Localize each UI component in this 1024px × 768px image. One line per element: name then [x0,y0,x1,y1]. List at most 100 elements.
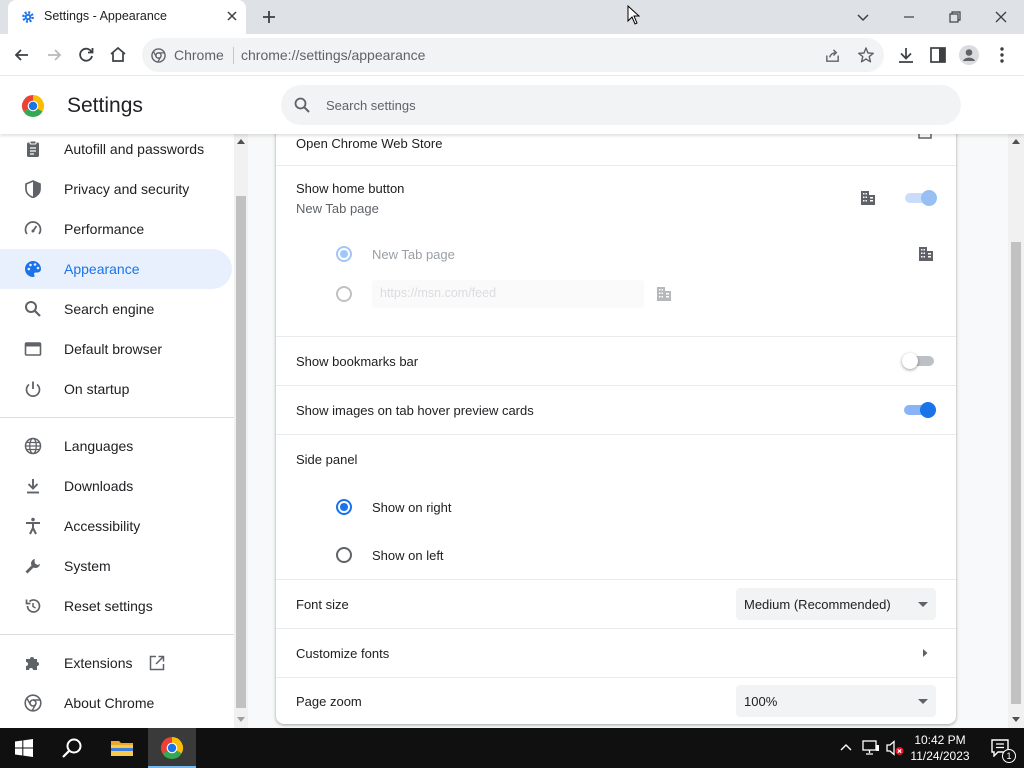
bookmarks-bar-row[interactable]: Show bookmarks bar [276,337,956,385]
hover-preview-row[interactable]: Show images on tab hover preview cards [276,386,956,434]
sidebar-scrollbar[interactable] [234,134,248,728]
new-tab-icon[interactable] [259,7,279,27]
hover-preview-toggle[interactable] [902,402,936,418]
home-url-value: https://msn.com/feed [380,286,497,300]
font-size-label: Font size [296,597,349,612]
font-size-value: Medium (Recommended) [744,597,891,612]
bookmarks-bar-label: Show bookmarks bar [296,354,419,369]
sidebar-item-label: Languages [64,438,134,454]
home-url-input[interactable]: https://msn.com/feed [372,280,644,308]
taskbar-file-explorer[interactable] [98,728,146,768]
toggle-knob [902,353,918,369]
chevron-down-icon[interactable] [851,5,875,29]
sidebar-item-search-engine[interactable]: Search engine [0,289,232,329]
sidebar-item-label: Default browser [64,341,163,357]
side-panel-section: Side panel Show on right Show on left [276,435,956,579]
sidebar-item-label: Search engine [64,301,155,317]
sidebar-item-languages[interactable]: Languages [0,426,232,466]
taskbar-search-button[interactable] [48,728,96,768]
network-icon[interactable] [862,740,880,756]
scroll-down-arrow-icon[interactable] [237,717,245,723]
back-icon[interactable] [11,44,33,66]
browser-toolbar: Chrome chrome://settings/appearance [0,34,1024,76]
restore-icon[interactable] [943,5,967,29]
page-title: Settings [67,94,143,117]
sidebar-item-on-startup[interactable]: On startup [0,369,232,409]
window-close-icon[interactable] [989,5,1013,29]
scrollbar-thumb[interactable] [236,196,246,708]
bookmarks-bar-toggle[interactable] [902,353,936,369]
sidebar-item-privacy[interactable]: Privacy and security [0,169,232,209]
search-input[interactable] [326,95,926,115]
forward-icon[interactable] [43,44,65,66]
shield-icon [25,180,41,198]
sidebar-item-accessibility[interactable]: Accessibility [0,506,232,546]
chrome-icon [24,694,42,712]
windows-start-icon [15,739,33,757]
page-scrollbar[interactable] [1008,134,1024,728]
side-panel-left-label[interactable]: Show on left [372,548,444,563]
side-panel-right-label[interactable]: Show on right [372,500,452,515]
sidebar-item-downloads[interactable]: Downloads [0,466,232,506]
toggle-knob [920,402,936,418]
volume-muted-icon[interactable] [885,740,905,756]
browser-icon [24,342,42,356]
taskbar-chrome[interactable] [148,728,196,768]
sidebar-item-performance[interactable]: Performance [0,209,232,249]
side-panel-left-radio[interactable] [336,547,352,563]
tab-settings-appearance[interactable]: Settings - Appearance [8,0,246,34]
clock-date: 11/24/2023 [910,749,970,763]
search-icon [62,738,82,758]
file-explorer-icon [111,741,133,756]
page-zoom-label: Page zoom [296,694,362,709]
sidebar-item-autofill[interactable]: Autofill and passwords [0,134,232,169]
sidebar-item-label: Extensions [64,655,133,671]
scrollbar-thumb[interactable] [1011,242,1021,704]
taskbar-clock[interactable]: 10:42 PM 11/24/2023 [906,732,974,764]
share-icon[interactable] [824,47,841,64]
sidebar-item-system[interactable]: System [0,546,232,586]
settings-sidebar: Autofill and passwords Privacy and secur… [0,134,234,728]
search-icon [294,97,310,113]
start-button[interactable] [0,728,48,768]
reset-icon [25,599,41,613]
action-center-button[interactable]: 1 [980,728,1024,768]
customize-fonts-label: Customize fonts [296,646,390,661]
chrome-logo [21,95,45,118]
page-zoom-select[interactable]: 100% [736,685,936,717]
omnibox-site-label: Chrome [174,47,224,63]
tab-close-icon[interactable] [224,8,240,24]
scroll-up-arrow-icon[interactable] [1012,138,1020,144]
omnibox[interactable]: Chrome chrome://settings/appearance [142,38,884,72]
omnibox-url[interactable]: chrome://settings/appearance [241,47,425,63]
side-panel-icon[interactable] [927,44,949,66]
star-icon[interactable] [857,46,875,64]
home-button-toggle[interactable] [903,190,937,206]
sidebar-item-reset-settings[interactable]: Reset settings [0,586,232,626]
download-icon[interactable] [895,44,917,66]
appearance-card: Open Chrome Web Store Show home button N… [276,125,956,724]
home-icon[interactable] [107,44,129,66]
sidebar-item-about-chrome[interactable]: About Chrome [0,683,232,723]
sidebar-item-extensions[interactable]: Extensions [0,643,232,683]
font-size-select[interactable]: Medium (Recommended) [736,588,936,620]
sidebar-item-appearance[interactable]: Appearance [0,249,232,289]
cursor-icon [627,5,641,25]
side-panel-label: Side panel [296,452,358,467]
settings-search-box[interactable] [281,85,961,125]
home-option-custom-radio[interactable] [336,286,352,302]
minimize-icon[interactable] [897,5,921,29]
more-icon[interactable] [991,44,1013,66]
settings-header: Settings [0,76,1024,134]
reload-icon[interactable] [75,44,97,66]
sidebar-item-default-browser[interactable]: Default browser [0,329,232,369]
scroll-up-arrow-icon[interactable] [237,138,245,144]
scroll-down-arrow-icon[interactable] [1012,717,1020,723]
side-panel-right-radio[interactable] [336,499,352,515]
profile-icon[interactable] [958,44,980,66]
customize-fonts-row[interactable]: Customize fonts [276,629,956,677]
chevron-up-icon[interactable] [840,742,852,752]
search-icon [25,301,41,317]
sidebar-item-label: About Chrome [64,695,155,711]
home-option-new-tab-radio[interactable] [336,246,352,262]
